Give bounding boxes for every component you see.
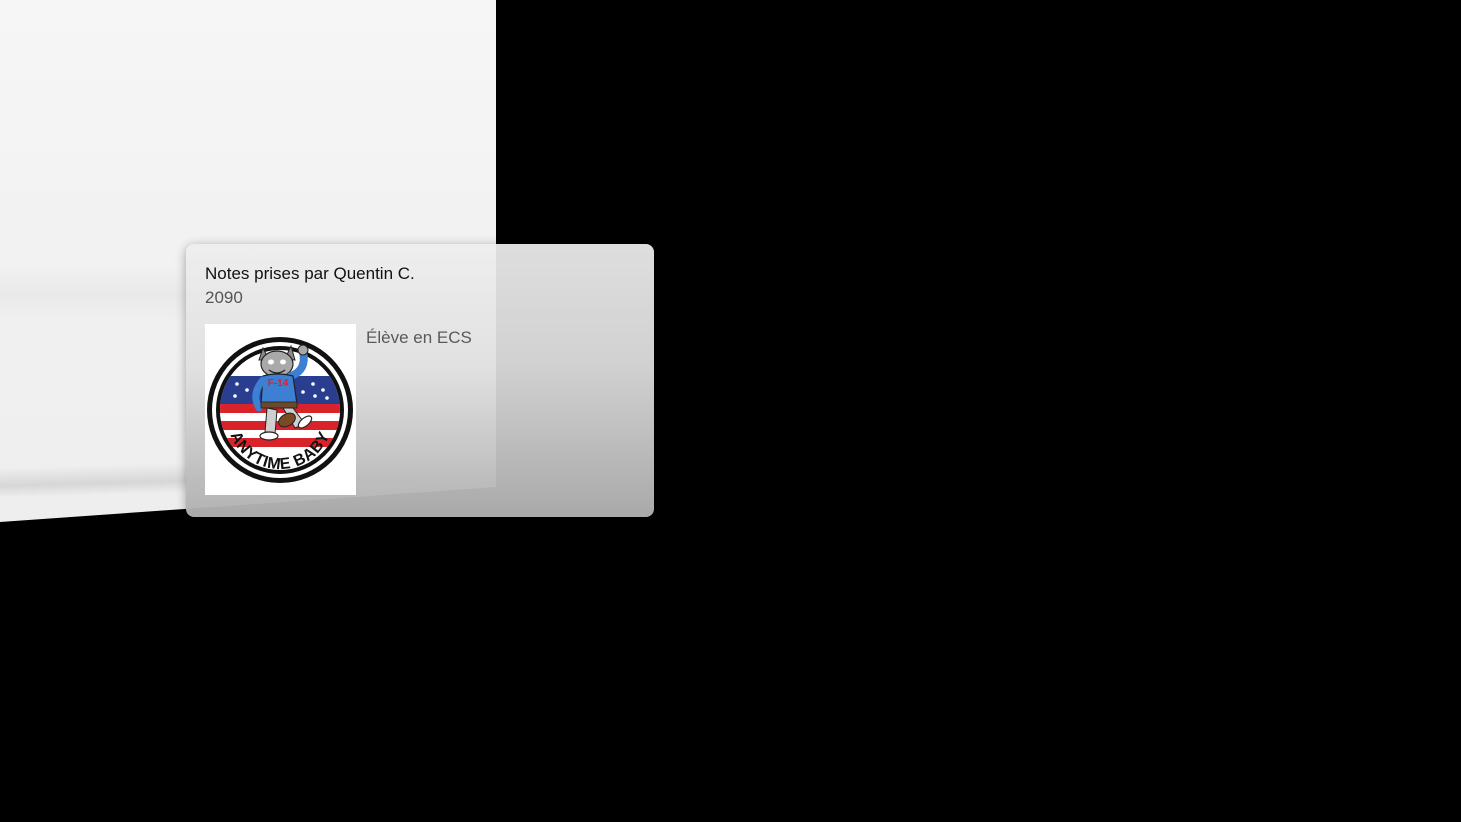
author-info-card[interactable]: Notes prises par Quentin C. 2090 F-14 AN… [186,244,654,517]
author-avatar-thumbnail: F-14 ANYTIME BABY [205,324,356,495]
screen: Notes prises par Quentin C. 2090 F-14 AN… [0,0,1461,822]
anytime-baby-patch-icon: F-14 ANYTIME BABY [205,324,356,495]
card-subtitle: 2090 [205,288,243,307]
card-title: Notes prises par Quentin C. [205,264,415,283]
svg-text:F-14: F-14 [268,378,289,389]
card-description: Élève en ECS [366,328,472,347]
